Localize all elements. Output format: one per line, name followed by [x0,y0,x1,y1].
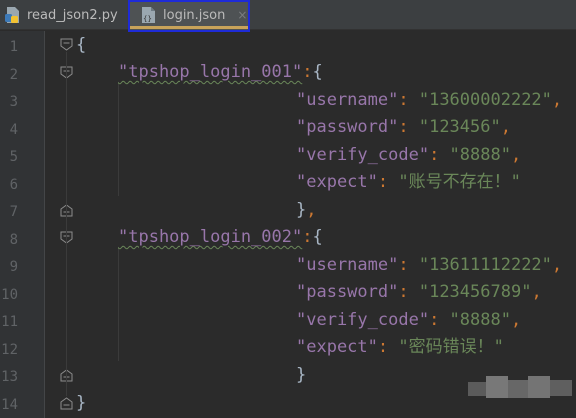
json-colon: : [398,90,419,110]
json-value: "13611112222" [418,255,552,275]
line-number: 1 [9,39,18,55]
json-key: "username" [296,90,399,110]
line-number: 5 [9,149,18,165]
tab-label: read_json2.py [27,7,118,23]
python-file-icon [5,7,19,23]
line-number: 6 [9,177,18,193]
line-number: 13 [1,369,18,385]
json-key: "password" [296,282,399,302]
json-value: "8888" [449,310,511,330]
line-number: 12 [1,342,18,358]
json-colon: : [377,172,399,192]
json-colon: : [398,117,419,137]
json-colon: : [377,337,399,357]
json-key: "expect" [296,337,378,357]
json-value: "密码错误！" [398,337,504,357]
code-line: "username": "13600002222", [296,90,562,110]
code-line: "username": "13611112222", [296,255,562,275]
json-key: "password" [296,117,399,137]
json-comma: , [531,282,542,302]
json-key: "expect" [296,172,378,192]
line-number: 11 [1,314,18,330]
json-key: "username" [296,255,399,275]
close-tab-icon[interactable]: × [237,8,247,22]
indent-guide [118,247,119,361]
active-tab-indicator [130,26,248,29]
line-number: 10 [1,287,18,303]
code-line: "verify_code": "8888", [296,145,521,165]
svg-text:{}: {} [143,15,152,23]
fold-open-icon[interactable] [60,38,73,51]
tab-login-json[interactable]: {} login.json × [128,0,250,30]
code-line: "tpshop_login_001":{ [118,62,323,82]
json-value: "13600002222" [418,90,552,110]
json-value: "8888" [449,145,511,165]
json-file-icon: {} [142,7,155,23]
json-colon: : [429,310,450,330]
line-number: 8 [9,232,18,248]
json-comma: , [500,117,511,137]
line-number: 4 [9,122,18,138]
code-line: "verify_code": "8888", [296,310,521,330]
json-comma: , [551,90,563,110]
code-line: "tpshop_login_002":{ [118,227,323,247]
indent-guide [118,82,119,196]
json-colon: : [302,227,313,247]
json-key: "verify_code" [296,310,430,330]
json-key: "tpshop_login_002" [118,227,303,247]
code-line: "password": "123456789", [296,282,542,302]
code-line: } [76,393,87,413]
code-line: } [296,365,307,385]
json-brace: { [312,62,323,82]
json-value: "123456789" [418,282,532,302]
json-key: "tpshop_login_001" [118,62,303,82]
tab-label: login.json [163,7,226,23]
json-colon: : [398,282,419,302]
json-comma: , [306,200,317,220]
code-line: }, [296,200,317,220]
code-line: { [76,35,87,55]
json-brace: } [296,200,307,220]
json-colon: : [302,62,313,82]
indent-guide [66,52,67,396]
line-number: 2 [9,67,18,83]
json-key: "verify_code" [296,145,430,165]
code-line: "expect": "账号不存在！" [296,172,521,192]
line-number: 3 [9,94,18,110]
line-number: 14 [1,397,18,413]
gutter-separator [44,31,45,418]
json-value: "账号不存在！" [398,172,521,192]
editor-tab-bar: read_json2.py × {} login.json × [0,0,576,32]
json-colon: : [429,145,450,165]
json-comma: , [551,255,563,275]
json-colon: : [398,255,419,275]
line-number: 9 [9,259,18,275]
json-comma: , [510,145,522,165]
json-brace: { [312,227,323,247]
code-line: "expect": "密码错误！" [296,337,504,357]
tab-read-json2-py[interactable]: read_json2.py × [0,0,140,30]
json-value: "123456" [418,117,501,137]
json-comma: , [510,310,522,330]
code-line: "password": "123456", [296,117,511,137]
fold-close-icon[interactable] [60,397,73,410]
line-number-gutter: 1 2 3 4 5 6 7 8 9 10 11 12 13 14 [0,31,44,418]
line-number: 7 [9,204,18,220]
